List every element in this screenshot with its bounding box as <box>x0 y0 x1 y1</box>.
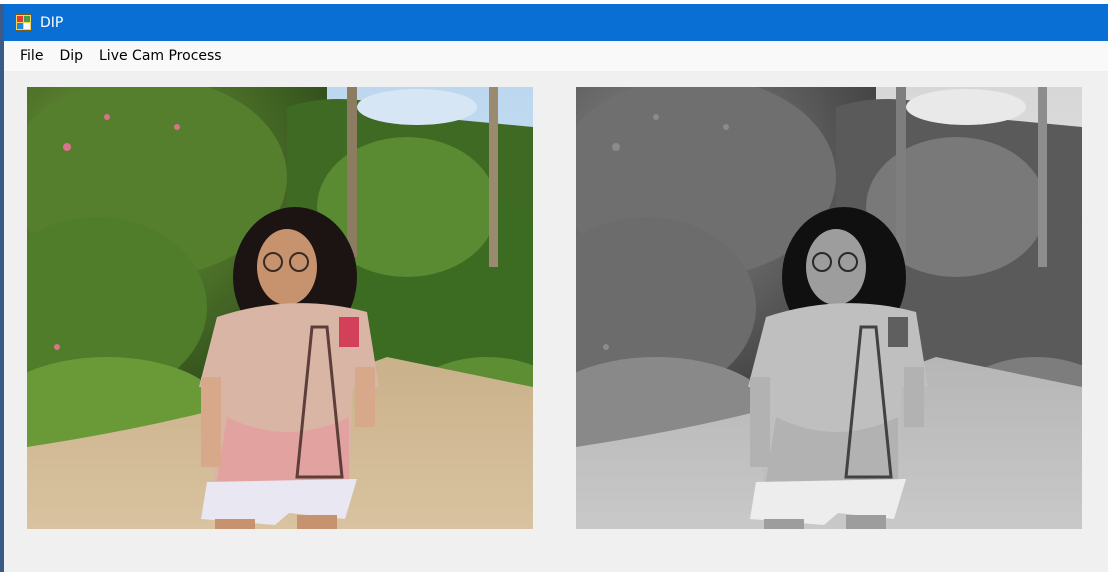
menu-file[interactable]: File <box>12 44 51 68</box>
photo-grayscale-image <box>576 87 1082 529</box>
form-client-area <box>4 71 1108 572</box>
processed-picture-box[interactable] <box>576 87 1082 529</box>
app-window: DIP File Dip Live Cam Process <box>0 0 1108 572</box>
photo-original-image <box>27 87 533 529</box>
menu-bar: File Dip Live Cam Process <box>4 41 1108 71</box>
menu-live-cam-process[interactable]: Live Cam Process <box>91 44 230 68</box>
title-bar[interactable]: DIP <box>4 4 1108 41</box>
menu-dip[interactable]: Dip <box>51 44 91 68</box>
original-picture-box[interactable] <box>27 87 533 529</box>
app-icon <box>15 14 32 31</box>
window-title: DIP <box>40 14 64 31</box>
